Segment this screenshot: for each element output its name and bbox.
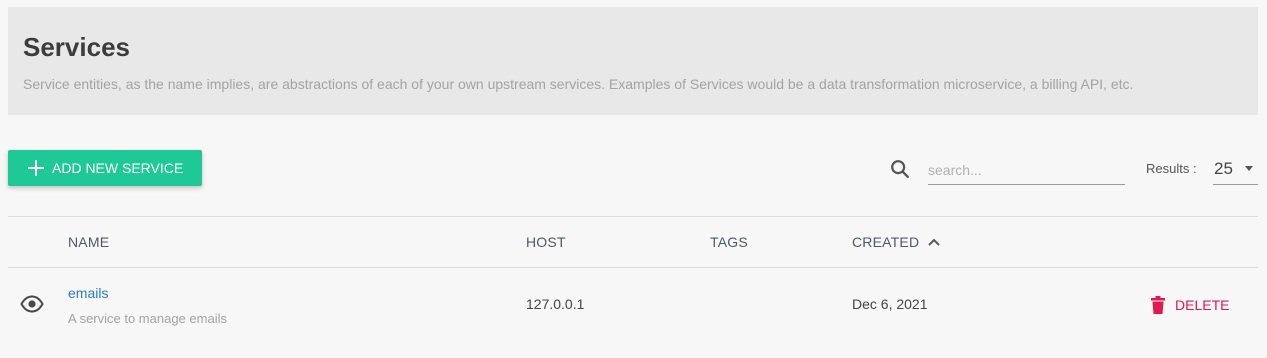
search-icon[interactable] — [889, 158, 911, 180]
service-created-date: Dec 6, 2021 — [852, 296, 928, 312]
column-header-name[interactable]: NAME — [68, 234, 109, 250]
column-header-tags[interactable]: TAGS — [710, 234, 748, 250]
eye-icon[interactable] — [20, 295, 44, 313]
delete-label: DELETE — [1175, 297, 1230, 313]
column-header-host[interactable]: HOST — [526, 234, 566, 250]
trash-icon — [1151, 296, 1165, 314]
results-label: Results : — [1146, 161, 1197, 176]
service-name-link[interactable]: emails — [68, 285, 108, 301]
results-per-page-value: 25 — [1214, 159, 1233, 178]
chevron-up-icon[interactable] — [927, 237, 941, 247]
delete-button[interactable]: DELETE — [1151, 294, 1229, 316]
table-row: emails A service to manage emails 127.0.… — [8, 268, 1258, 340]
caret-down-icon — [1245, 166, 1253, 171]
page-title: Services — [23, 32, 130, 62]
service-host: 127.0.0.1 — [526, 296, 585, 312]
page-description: Service entities, as the name implies, a… — [23, 76, 1134, 92]
plus-icon — [28, 160, 44, 176]
add-new-service-button[interactable]: ADD NEW SERVICE — [8, 150, 202, 186]
results-per-page-select[interactable]: 25 — [1213, 155, 1258, 185]
search-input[interactable] — [928, 156, 1125, 185]
table-top-divider — [8, 216, 1258, 217]
page-header: Services Service entities, as the name i… — [8, 7, 1258, 115]
services-page: Services Service entities, as the name i… — [0, 0, 1267, 358]
column-header-created[interactable]: CREATED — [852, 234, 919, 250]
service-description: A service to manage emails — [68, 311, 227, 326]
add-new-service-label: ADD NEW SERVICE — [52, 160, 184, 176]
